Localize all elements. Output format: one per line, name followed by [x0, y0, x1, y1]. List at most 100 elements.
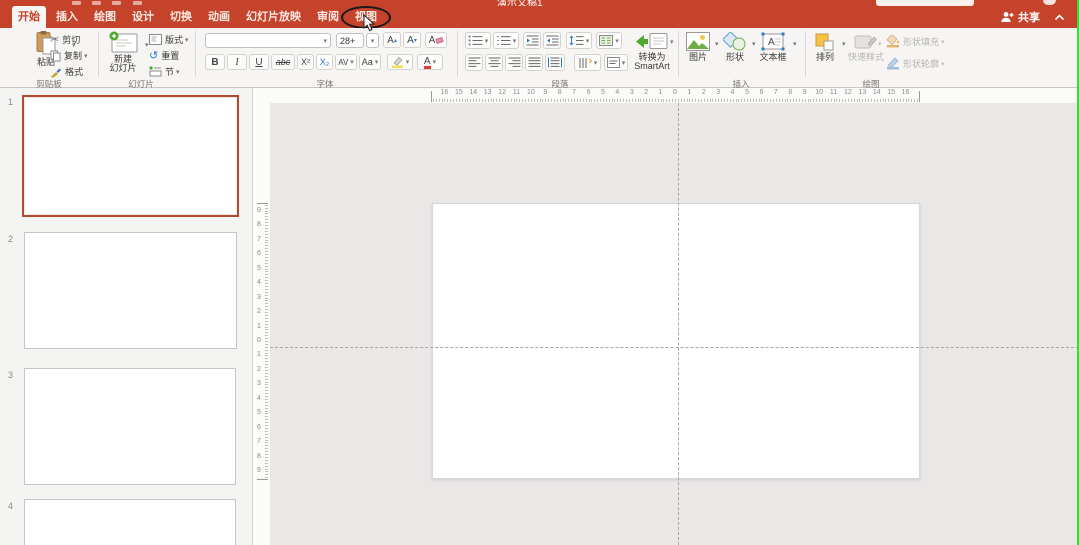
shape-outline-caret[interactable]: ▾: [941, 60, 945, 68]
copy-button[interactable]: 复制 ▾: [50, 48, 88, 63]
numbering-button[interactable]: ▾: [493, 32, 519, 49]
ruler-tick: [265, 219, 268, 220]
ruler-tick: [265, 234, 268, 235]
ruler-tick: [265, 344, 268, 345]
italic-button[interactable]: I: [227, 54, 247, 70]
font-color-button[interactable]: A ▾: [417, 54, 443, 70]
picture-dropdown-caret[interactable]: ▾: [715, 40, 719, 48]
editing-canvas[interactable]: [270, 103, 1079, 545]
shapes-dropdown-caret[interactable]: ▾: [752, 40, 756, 48]
ruler-tick: [265, 413, 268, 414]
clear-formatting-button[interactable]: A: [425, 32, 447, 48]
ruler-tick: [265, 347, 268, 348]
tab-review[interactable]: 审阅: [311, 6, 345, 28]
columns-button[interactable]: ▾: [596, 32, 622, 49]
font-name-combo[interactable]: ▾: [205, 33, 331, 48]
align-right-button[interactable]: [505, 54, 523, 71]
quick-styles-dropdown-caret[interactable]: ▾: [878, 40, 882, 48]
arrange-dropdown-caret[interactable]: ▾: [842, 40, 846, 48]
bold-button[interactable]: B: [205, 54, 225, 70]
align-text-button[interactable]: ▾: [604, 54, 628, 71]
slide-thumbnail-4[interactable]: [24, 499, 236, 545]
vertical-guide[interactable]: [678, 103, 679, 545]
tab-view[interactable]: 视图: [349, 6, 383, 28]
font-size-caret-button[interactable]: ▾: [366, 33, 379, 48]
font-size-combo[interactable]: 28+: [336, 33, 364, 48]
tab-slideshow[interactable]: 幻灯片放映: [240, 6, 307, 28]
tab-design[interactable]: 设计: [126, 6, 160, 28]
format-painter-button[interactable]: 格式: [50, 64, 83, 79]
tab-animations[interactable]: 动画: [202, 6, 236, 28]
align-center-button[interactable]: [485, 54, 503, 71]
shape-outline-button[interactable]: 形状轮廓 ▾: [886, 56, 945, 71]
decrease-indent-button[interactable]: [523, 32, 541, 49]
collapse-ribbon-icon[interactable]: [1054, 14, 1065, 21]
ruler-tick: [488, 99, 489, 102]
superscript-button[interactable]: X²: [297, 54, 314, 70]
ruler-tick: [692, 99, 693, 102]
section-dropdown-caret[interactable]: ▾: [176, 68, 180, 76]
new-slide-button[interactable]: 新建幻灯片: [103, 31, 143, 73]
text-direction-button[interactable]: ▾: [574, 54, 601, 71]
ruler-tick: [776, 99, 777, 102]
slide-thumbnail-1[interactable]: [22, 95, 239, 217]
shapes-button[interactable]: 形状: [722, 32, 748, 62]
layout-dropdown-caret[interactable]: ▾: [185, 36, 189, 44]
shape-fill-caret[interactable]: ▾: [941, 38, 945, 46]
cut-button[interactable]: ✂ 剪切: [50, 32, 80, 47]
tab-insert[interactable]: 插入: [50, 6, 84, 28]
highlight-color-button[interactable]: ▾: [387, 54, 413, 70]
slide-thumbnail-3[interactable]: [24, 368, 236, 485]
convert-smartart-button[interactable]: 转换为SmartArt: [630, 32, 674, 71]
share-button[interactable]: 共享: [1000, 6, 1065, 28]
underline-button[interactable]: U: [249, 54, 269, 70]
textbox-dropdown-caret[interactable]: ▾: [793, 40, 797, 48]
copy-dropdown-caret[interactable]: ▾: [84, 52, 88, 60]
tab-home[interactable]: 开始: [12, 6, 46, 28]
textbox-label: 文本框: [759, 53, 786, 62]
new-slide-dropdown-caret[interactable]: ▾: [145, 41, 149, 49]
slide-thumbnail-2[interactable]: [24, 232, 237, 349]
ruler-tick: [265, 437, 268, 438]
tab-transitions[interactable]: 切换: [164, 6, 198, 28]
tellme-search-box[interactable]: [876, 0, 974, 6]
vruler-label: 7: [253, 438, 265, 445]
ruler-edge-mark: [257, 479, 268, 480]
layout-button[interactable]: 版式 ▾: [149, 32, 189, 47]
increase-indent-button[interactable]: [543, 32, 561, 49]
textbox-button[interactable]: A 文本框: [757, 32, 789, 62]
char-spacing-button[interactable]: AV▾: [335, 54, 357, 70]
ruler-tick: [265, 454, 268, 455]
hruler-label: 5: [597, 89, 609, 96]
strikethrough-button[interactable]: abc: [271, 54, 295, 70]
arrange-button[interactable]: 排列: [812, 32, 838, 62]
distribute-text-button[interactable]: [545, 54, 565, 71]
change-case-label: Aa: [362, 57, 373, 67]
change-case-button[interactable]: Aa▾: [359, 54, 381, 70]
grow-font-button[interactable]: A▴: [383, 32, 401, 48]
align-left-button[interactable]: [465, 54, 483, 71]
line-spacing-button[interactable]: ▾: [566, 32, 592, 49]
justify-button[interactable]: [525, 54, 543, 71]
ruler-tick: [724, 99, 725, 102]
ribbon: 粘贴 ▾ ✂ 剪切 复制 ▾ 格式 剪贴板 新建幻灯片 ▾: [0, 28, 1079, 88]
tab-draw[interactable]: 绘图: [88, 6, 122, 28]
subscript-button[interactable]: X₂: [316, 54, 333, 70]
ruler-tick: [265, 350, 268, 351]
hruler-label: 10: [525, 89, 537, 96]
ruler-tick: [265, 280, 268, 281]
ruler-tick: [265, 295, 268, 296]
ruler-tick: [571, 99, 572, 102]
shape-fill-button[interactable]: 形状填充 ▾: [886, 34, 945, 49]
section-button[interactable]: 节 ▾: [149, 64, 180, 79]
picture-button[interactable]: 图片: [685, 32, 711, 62]
shrink-font-button[interactable]: A▾: [403, 32, 421, 48]
ruler-tick: [265, 358, 268, 359]
ruler-tick: [493, 99, 494, 102]
horizontal-guide[interactable]: [270, 347, 1079, 348]
smartart-dropdown-caret[interactable]: ▾: [670, 38, 674, 46]
slide-surface[interactable]: [432, 203, 920, 479]
reset-button[interactable]: ↻ 重置: [149, 48, 179, 63]
ruler-tick: [265, 376, 268, 377]
bullets-button[interactable]: ▾: [465, 32, 491, 49]
